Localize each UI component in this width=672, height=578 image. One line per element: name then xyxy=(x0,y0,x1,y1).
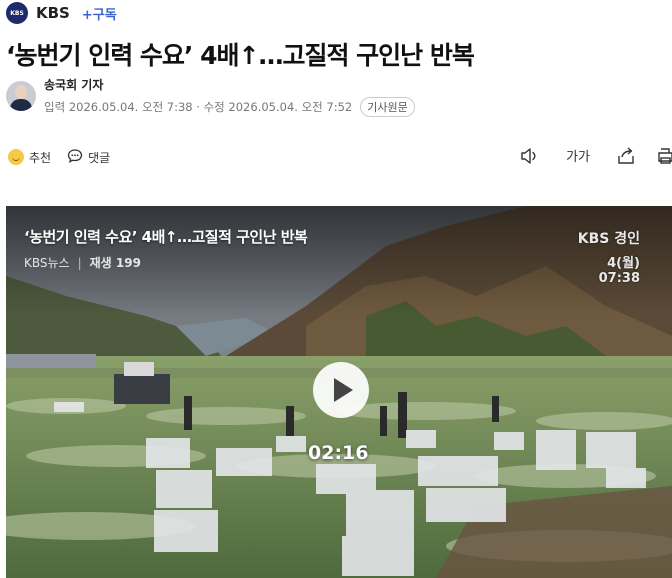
published-label: 입력 xyxy=(44,99,66,114)
article-headline: ‘농번기 인력 수요’ 4배↑…고질적 구인난 반복 xyxy=(6,41,475,70)
video-player[interactable]: ‘농번기 인력 수요’ 4배↑…고질적 구인난 반복 KBS뉴스 | 재생 19… xyxy=(6,206,672,578)
recommend-label: 추천 xyxy=(29,150,52,165)
subscribe-button[interactable]: +구독 xyxy=(82,4,117,23)
play-button[interactable] xyxy=(313,362,369,418)
print-icon[interactable] xyxy=(658,147,672,165)
byline: 송국회 기자 입력 2026.05.04. 오전 7:38 · 수정 2026.… xyxy=(6,76,415,117)
press-name[interactable]: KBS xyxy=(36,4,70,22)
press-logo[interactable]: KBS xyxy=(6,2,28,24)
comment-icon xyxy=(67,148,83,167)
video-meta: KBS뉴스 | 재생 199 xyxy=(24,254,141,271)
reporter-name[interactable]: 송국회 기자 xyxy=(44,76,415,93)
press-header: KBS KBS +구독 xyxy=(6,1,117,25)
article-actions: 추천 댓글 가가 xyxy=(8,146,672,168)
modified-date: 2026.05.04. 오전 7:52 xyxy=(228,99,353,114)
video-duration: 02:16 xyxy=(308,442,369,464)
play-count: 재생 199 xyxy=(89,256,141,270)
watermark-day: 4(월) xyxy=(607,256,640,271)
watermark-channel: KBS 경인 xyxy=(577,231,640,247)
recommend-button[interactable]: 추천 xyxy=(8,149,51,166)
speaker-icon[interactable] xyxy=(520,147,540,165)
video-title: ‘농번기 인력 수요’ 4배↑…고질적 구인난 반복 xyxy=(24,228,308,246)
broadcast-watermark: KBS 경인 4(월) 07:38 xyxy=(578,228,640,286)
reporter-avatar[interactable] xyxy=(6,81,36,111)
comment-label: 댓글 xyxy=(88,150,111,165)
video-source: KBS뉴스 xyxy=(24,256,70,270)
play-icon xyxy=(334,378,353,402)
article-dates: 입력 2026.05.04. 오전 7:38 · 수정 2026.05.04. … xyxy=(44,96,415,117)
watermark-time: 07:38 xyxy=(598,271,640,286)
comment-button[interactable]: 댓글 xyxy=(67,148,110,167)
original-article-button[interactable]: 기사원문 xyxy=(360,96,415,117)
share-icon[interactable] xyxy=(616,146,636,165)
published-date: 2026.05.04. 오전 7:38 xyxy=(68,99,193,114)
smile-icon xyxy=(8,149,24,165)
font-size-button[interactable]: 가가 xyxy=(566,146,590,165)
meta-divider: | xyxy=(77,255,82,270)
font-size-label: 가가 xyxy=(566,150,590,165)
modified-label: 수정 xyxy=(203,99,225,114)
